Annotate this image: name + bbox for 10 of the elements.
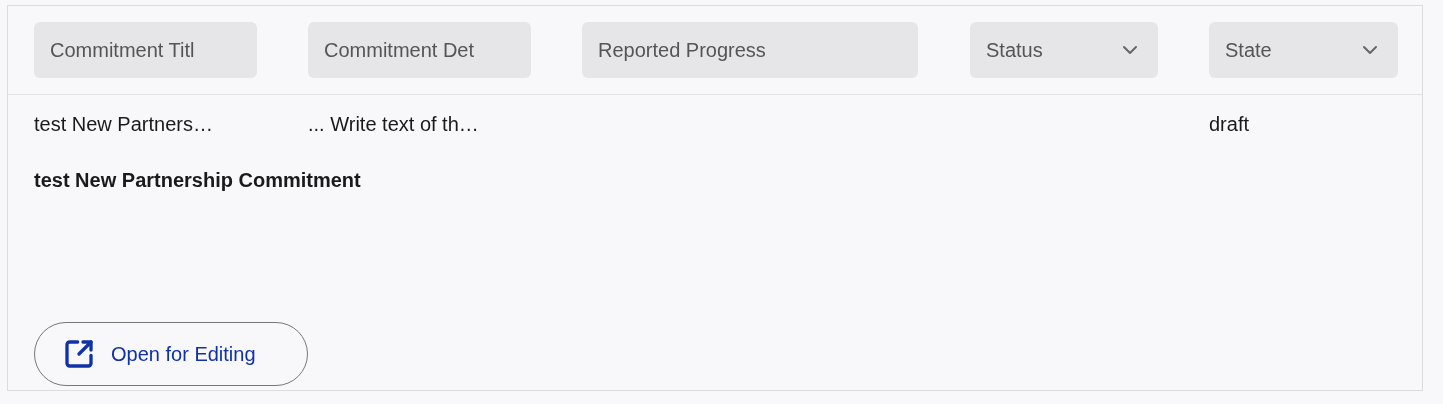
table-cell: draft bbox=[1209, 113, 1250, 135]
filter-dropdown[interactable]: Status bbox=[970, 22, 1158, 78]
filter-field[interactable]: Commitment Det bbox=[308, 22, 531, 78]
open-external-icon bbox=[63, 338, 95, 370]
table-cell: test New Partners… bbox=[34, 113, 213, 135]
filter-dropdown[interactable]: State bbox=[1209, 22, 1398, 78]
commitment-title: test New Partnership Commitment bbox=[34, 169, 361, 191]
filter-field[interactable]: Commitment Titl bbox=[34, 22, 257, 78]
table-cell: ... Write text of th… bbox=[308, 113, 479, 135]
filter-field[interactable]: Reported Progress bbox=[582, 22, 918, 78]
